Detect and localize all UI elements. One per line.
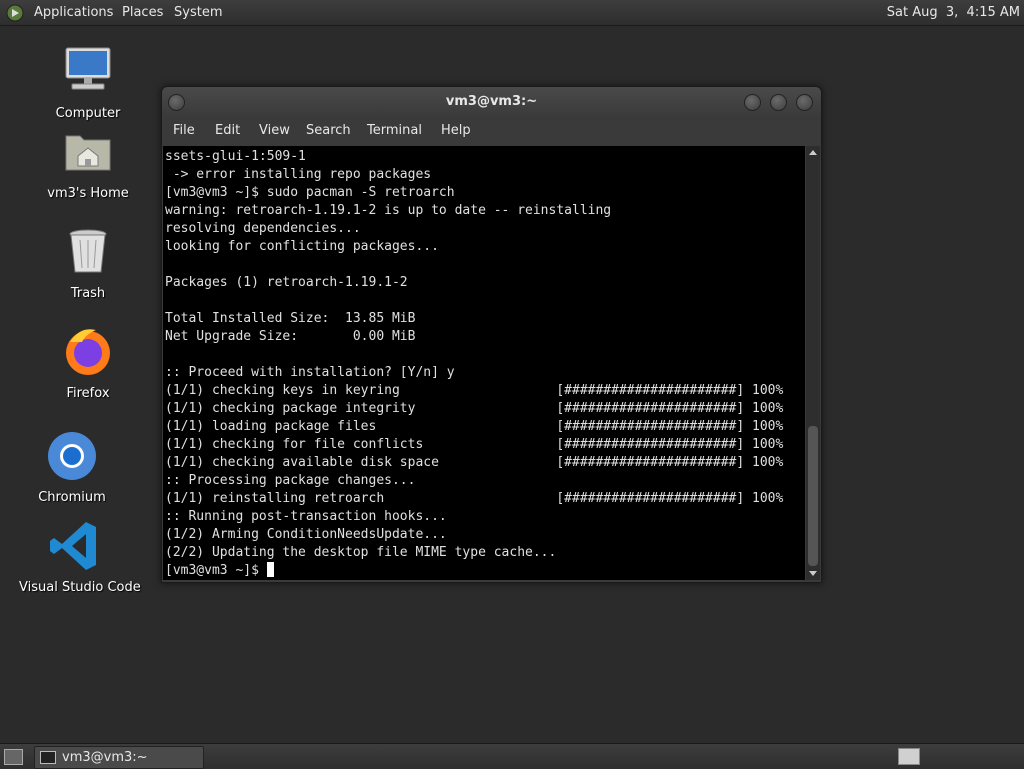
vscode-icon bbox=[50, 522, 96, 570]
home-folder-icon bbox=[65, 135, 111, 171]
terminal-line: looking for conflicting packages... bbox=[165, 239, 439, 254]
terminal-line: [vm3@vm3 ~]$ bbox=[165, 562, 783, 580]
terminal-line: ssets-glui-1:509-1 bbox=[165, 149, 306, 164]
terminal-line: (1/1) checking for file conflicts [#####… bbox=[165, 437, 784, 452]
terminal-line: Total Installed Size: 13.85 MiB bbox=[165, 311, 416, 326]
terminal-line: (1/1) checking package integrity [######… bbox=[165, 401, 784, 416]
terminal-line: :: Processing package changes... bbox=[165, 473, 416, 488]
window-title: vm3@vm3:~ bbox=[445, 94, 538, 109]
menu-file[interactable]: File bbox=[173, 117, 195, 145]
desktop-icon-computer[interactable]: Computer bbox=[33, 44, 143, 121]
text-cursor bbox=[266, 562, 274, 577]
trash-icon bbox=[69, 229, 107, 273]
desktop-icon-label: Visual Studio Code bbox=[19, 580, 141, 595]
maximize-button[interactable] bbox=[770, 94, 787, 111]
desktop-icon-firefox[interactable]: Firefox bbox=[33, 324, 143, 401]
clock[interactable]: Sat Aug 3, 4:15 AM bbox=[887, 0, 1020, 25]
desktop-icon-label: Computer bbox=[55, 106, 121, 121]
desktop-icon-label: Firefox bbox=[66, 386, 110, 401]
desktop-icon-label: vm3's Home bbox=[47, 186, 129, 201]
terminal-line: (1/1) loading package files [###########… bbox=[165, 419, 784, 434]
desktop-icon-trash[interactable]: Trash bbox=[33, 224, 143, 301]
menu-edit[interactable]: Edit bbox=[215, 117, 240, 145]
terminal-line: warning: retroarch-1.19.1-2 is up to dat… bbox=[165, 203, 612, 218]
terminal-line: (2/2) Updating the desktop file MIME typ… bbox=[165, 545, 557, 560]
applications-menu[interactable]: Applications bbox=[34, 0, 113, 25]
terminal-line: :: Running post-transaction hooks... bbox=[165, 509, 447, 524]
title-bar[interactable]: vm3@vm3:~ bbox=[162, 87, 821, 117]
desktop-icon-label: Chromium bbox=[38, 490, 106, 505]
taskbar-item-terminal[interactable]: vm3@vm3:~ bbox=[34, 746, 204, 769]
terminal-line: (1/1) reinstalling retroarch [##########… bbox=[165, 491, 784, 506]
bottom-panel: vm3@vm3:~ bbox=[0, 743, 1024, 769]
terminal-line: resolving dependencies... bbox=[165, 221, 361, 236]
workspace-switcher[interactable] bbox=[898, 748, 920, 765]
menu-bar: File Edit View Search Terminal Help bbox=[162, 117, 821, 145]
places-menu[interactable]: Places bbox=[122, 0, 163, 25]
desktop-icon-home[interactable]: vm3's Home bbox=[33, 124, 143, 201]
top-panel: Applications Places System Sat Aug 3, 4:… bbox=[0, 0, 1024, 26]
desktop-icon-label: Trash bbox=[70, 286, 106, 301]
terminal-line: (1/2) Arming ConditionNeedsUpdate... bbox=[165, 527, 447, 542]
terminal-line: :: Proceed with installation? [Y/n] y bbox=[165, 365, 455, 380]
system-menu[interactable]: System bbox=[174, 0, 222, 25]
applications-menu-icon[interactable] bbox=[6, 4, 24, 22]
minimize-button[interactable] bbox=[744, 94, 761, 111]
show-desktop-icon[interactable] bbox=[4, 749, 23, 765]
terminal-icon bbox=[40, 751, 56, 764]
terminal-output[interactable]: ssets-glui-1:509-1 -> error installing r… bbox=[163, 146, 805, 580]
terminal-lines: ssets-glui-1:509-1 -> error installing r… bbox=[165, 148, 783, 580]
chromium-icon bbox=[48, 432, 96, 480]
scroll-down-arrow-icon[interactable] bbox=[809, 571, 817, 576]
desktop-icon-chromium[interactable]: Chromium bbox=[17, 428, 127, 505]
menu-search[interactable]: Search bbox=[306, 117, 351, 145]
taskbar-item-label: vm3@vm3:~ bbox=[62, 750, 148, 765]
scroll-up-arrow-icon[interactable] bbox=[809, 150, 817, 155]
scrollbar[interactable] bbox=[806, 146, 820, 580]
menu-help[interactable]: Help bbox=[441, 117, 471, 145]
firefox-icon bbox=[66, 329, 110, 375]
scrollbar-thumb[interactable] bbox=[808, 426, 818, 566]
terminal-line: (1/1) checking keys in keyring [########… bbox=[165, 383, 784, 398]
menu-terminal[interactable]: Terminal bbox=[367, 117, 422, 145]
menu-view[interactable]: View bbox=[259, 117, 290, 145]
terminal-line: Packages (1) retroarch-1.19.1-2 bbox=[165, 275, 408, 290]
computer-icon bbox=[65, 47, 111, 90]
terminal-line: Net Upgrade Size: 0.00 MiB bbox=[165, 329, 416, 344]
terminal-window[interactable]: vm3@vm3:~ File Edit View Search Terminal… bbox=[161, 86, 822, 583]
terminal-line: (1/1) checking available disk space [###… bbox=[165, 455, 784, 470]
close-button[interactable] bbox=[796, 94, 813, 111]
terminal-line: -> error installing repo packages bbox=[165, 167, 432, 182]
desktop-icon-vscode[interactable]: Visual Studio Code bbox=[19, 518, 141, 595]
terminal-line: [vm3@vm3 ~]$ sudo pacman -S retroarch bbox=[165, 185, 455, 200]
